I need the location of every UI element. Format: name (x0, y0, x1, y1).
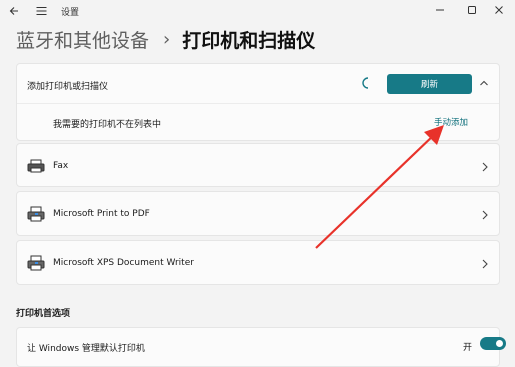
default-printer-label: 让 Windows 管理默认打印机 (27, 344, 145, 354)
back-arrow-icon (9, 7, 18, 15)
breadcrumb: 蓝牙和其他设备 › 打印机和扫描仪 (16, 24, 315, 54)
printer-item-fax[interactable]: Fax (16, 143, 500, 187)
add-printer-header[interactable]: 添加打印机或扫描仪 刷新 (17, 64, 499, 104)
default-printer-toggle[interactable] (480, 337, 506, 350)
page-title: 打印机和扫描仪 (182, 29, 316, 52)
add-printer-label: 添加打印机或扫描仪 (27, 82, 109, 92)
default-printer-setting: 让 Windows 管理默认打印机 开 (16, 327, 506, 367)
close-icon (495, 6, 503, 14)
maximize-icon (468, 6, 476, 14)
close-button[interactable] (483, 0, 515, 20)
printer-icon (27, 255, 45, 271)
printer-icon (27, 206, 45, 222)
refresh-button[interactable]: 刷新 (387, 74, 472, 94)
toggle-knob (496, 340, 503, 347)
printer-item-xps[interactable]: Microsoft XPS Document Writer (16, 240, 500, 285)
fax-icon (27, 159, 45, 173)
loading-spinner-icon (362, 77, 369, 89)
printer-item-pdf[interactable]: Microsoft Print to PDF (16, 191, 500, 236)
title-bar: 设置 (0, 0, 515, 22)
minimize-icon (436, 9, 444, 11)
printer-not-listed-text: 我需要的打印机不在列表中 (53, 120, 162, 130)
chevron-up-icon[interactable] (479, 79, 489, 87)
menu-button[interactable] (33, 0, 49, 22)
printer-not-listed-row: 我需要的打印机不在列表中 手动添加 (17, 104, 499, 141)
chevron-right-icon (482, 210, 488, 220)
toggle-state-label: 开 (463, 343, 473, 353)
minimize-button[interactable] (424, 0, 456, 20)
add-printer-card: 添加打印机或扫描仪 刷新 我需要的打印机不在列表中 手动添加 (16, 63, 500, 141)
hamburger-icon (36, 6, 46, 16)
chevron-right-icon (482, 162, 488, 172)
breadcrumb-parent[interactable]: 蓝牙和其他设备 (16, 26, 149, 53)
manual-add-link[interactable]: 手动添加 (434, 116, 468, 128)
back-button[interactable] (6, 0, 22, 22)
printer-name: Microsoft Print to PDF (53, 209, 150, 219)
printer-name: Fax (53, 161, 69, 171)
preferences-section-title: 打印机首选项 (16, 309, 71, 319)
app-title: 设置 (61, 8, 80, 18)
chevron-right-icon (482, 259, 488, 269)
printer-name: Microsoft XPS Document Writer (53, 258, 194, 268)
breadcrumb-separator-icon: › (163, 28, 171, 50)
